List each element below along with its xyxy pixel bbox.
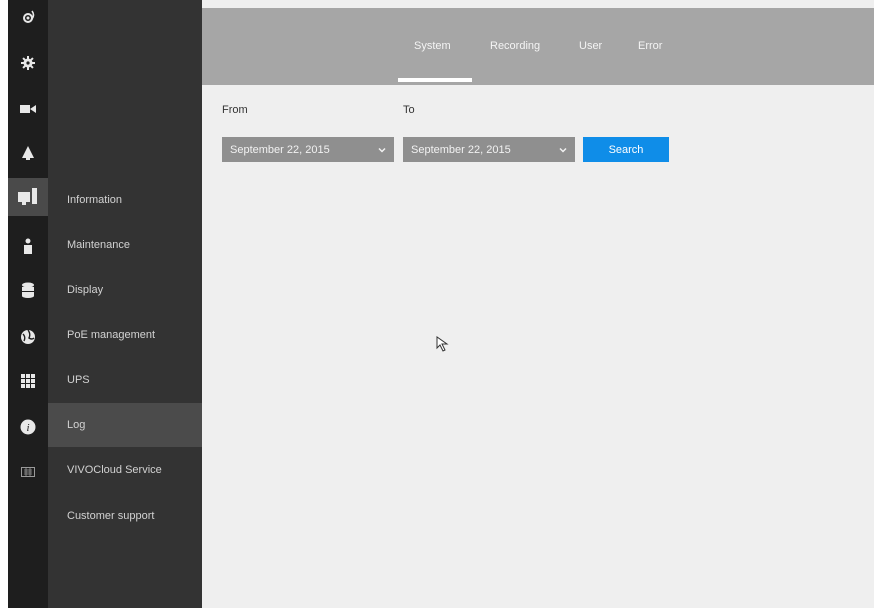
submenu-item-label: Information bbox=[67, 194, 123, 206]
alarm-icon[interactable] bbox=[8, 140, 48, 166]
power-icon[interactable] bbox=[8, 4, 48, 30]
from-date-select[interactable]: September 22, 2015 bbox=[222, 137, 394, 162]
submenu-item-vivocloud-service[interactable]: VIVOCloud Service bbox=[48, 448, 202, 492]
camera-icon[interactable] bbox=[8, 96, 48, 122]
active-tab-indicator bbox=[398, 78, 472, 82]
from-date-value: September 22, 2015 bbox=[230, 143, 330, 156]
submenu-item-label: PoE management bbox=[67, 329, 156, 341]
tab-system[interactable]: System bbox=[414, 40, 451, 52]
network-icon[interactable] bbox=[8, 324, 48, 350]
tab-error[interactable]: Error bbox=[638, 40, 662, 52]
tab-recording[interactable]: Recording bbox=[490, 40, 540, 52]
submenu-item-information[interactable]: Information bbox=[48, 178, 202, 222]
mouse-pointer-icon bbox=[436, 336, 450, 357]
storage-icon[interactable] bbox=[8, 277, 48, 303]
to-date-value: September 22, 2015 bbox=[411, 143, 511, 156]
submenu-item-label: VIVOCloud Service bbox=[67, 464, 162, 476]
submenu-panel: Information Maintenance Display PoE mana… bbox=[48, 0, 202, 608]
monitor-icon[interactable] bbox=[8, 178, 48, 216]
tab-user[interactable]: User bbox=[579, 40, 602, 52]
from-label: From bbox=[222, 104, 248, 116]
submenu-item-maintenance[interactable]: Maintenance bbox=[48, 223, 202, 267]
submenu-item-customer-support[interactable]: Customer support bbox=[48, 494, 202, 538]
to-label: To bbox=[403, 104, 415, 116]
submenu-item-display[interactable]: Display bbox=[48, 268, 202, 312]
keyboard-icon[interactable] bbox=[8, 458, 48, 484]
log-tab-bar: System Recording User Error bbox=[202, 8, 874, 85]
grid-icon[interactable] bbox=[8, 368, 48, 394]
submenu-item-label: UPS bbox=[67, 374, 90, 386]
main-content: System Recording User Error From To Sept… bbox=[202, 0, 874, 608]
submenu-item-label: Display bbox=[67, 284, 104, 296]
submenu-item-log[interactable]: Log bbox=[48, 403, 202, 447]
person-icon[interactable] bbox=[8, 233, 48, 259]
submenu-item-label: Log bbox=[67, 419, 86, 431]
submenu-item-label: Customer support bbox=[67, 510, 155, 522]
info-icon[interactable]: i bbox=[8, 414, 48, 440]
submenu-item-label: Maintenance bbox=[67, 239, 130, 251]
search-button[interactable]: Search bbox=[583, 137, 669, 162]
submenu-item-poe-management[interactable]: PoE management bbox=[48, 313, 202, 357]
icon-rail: i bbox=[8, 0, 48, 608]
to-date-select[interactable]: September 22, 2015 bbox=[403, 137, 575, 162]
svg-text:i: i bbox=[26, 422, 29, 434]
gear-icon[interactable] bbox=[8, 50, 48, 76]
submenu-item-ups[interactable]: UPS bbox=[48, 358, 202, 402]
chevron-down-icon bbox=[559, 145, 567, 157]
chevron-down-icon bbox=[378, 145, 386, 157]
